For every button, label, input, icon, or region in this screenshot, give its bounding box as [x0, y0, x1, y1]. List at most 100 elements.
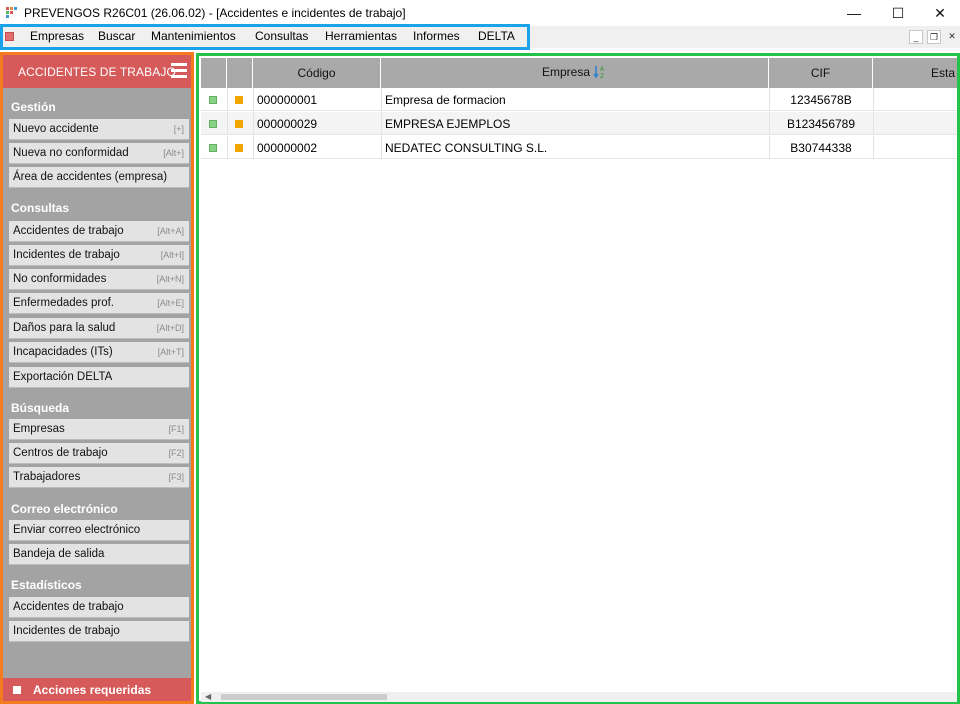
menu-delta[interactable]: DELTA	[478, 29, 515, 43]
sidebar-item-trabajadores[interactable]: Trabajadores [F3]	[9, 467, 189, 488]
sidebar-item-centros-trabajo[interactable]: Centros de trabajo [F2]	[9, 443, 189, 464]
column-header-empresa[interactable]: Empresa A Z	[381, 58, 769, 88]
minimize-button[interactable]: —	[832, 0, 876, 26]
section-estadisticos: Estadísticos	[11, 578, 82, 592]
sidebar-item-label: Trabajadores	[13, 471, 81, 483]
sidebar-item-no-conformidades[interactable]: No conformidades [Alt+N]	[9, 269, 189, 290]
column-header-indicator-1[interactable]	[201, 58, 227, 88]
mdi-close-button[interactable]: ✕	[945, 30, 959, 44]
section-correo: Correo electrónico	[11, 502, 118, 516]
cell-cif: B123456789	[786, 117, 856, 131]
shortcut-label: [F2]	[168, 448, 184, 458]
svg-text:A: A	[600, 66, 605, 73]
mdi-minimize-button[interactable]: _	[909, 30, 923, 44]
shortcut-label: [Alt+D]	[156, 323, 184, 333]
shortcut-label: [Alt+T]	[157, 347, 184, 357]
section-gestion: Gestión	[11, 100, 56, 114]
menu-consultas[interactable]: Consultas	[255, 29, 308, 43]
column-header-indicator-2[interactable]	[227, 58, 253, 88]
data-grid: Código Empresa A Z CIF Esta 000000001 Em…	[196, 53, 960, 704]
sidebar-item-estadisticos-incidentes[interactable]: Incidentes de trabajo	[9, 621, 189, 642]
sidebar-item-label: Centros de trabajo	[13, 447, 108, 459]
sidebar-item-label: Incapacidades (ITs)	[13, 346, 113, 358]
menu-buscar[interactable]: Buscar	[98, 29, 135, 43]
sidebar-item-label: Nueva no conformidad	[13, 147, 129, 159]
menu-empresas[interactable]: Empresas	[30, 29, 84, 43]
sidebar-item-label: Empresas	[13, 423, 65, 435]
status-orange-icon	[235, 96, 243, 104]
checkbox-icon	[13, 686, 21, 694]
sidebar-item-incidentes-trabajo[interactable]: Incidentes de trabajo [Alt+I]	[9, 245, 189, 266]
sidebar-item-label: Exportación DELTA	[13, 371, 113, 383]
mdi-system-menu-icon[interactable]	[5, 32, 14, 41]
shortcut-label: [Alt+A]	[157, 226, 184, 236]
column-header-label: Empresa	[541, 65, 591, 79]
status-orange-icon	[235, 120, 243, 128]
sidebar-item-bandeja-salida[interactable]: Bandeja de salida	[9, 544, 189, 565]
sidebar-item-exportacion-delta[interactable]: Exportación DELTA	[9, 367, 189, 388]
table-row[interactable]: 000000002 NEDATEC CONSULTING S.L. B30744…	[201, 136, 957, 159]
status-green-icon	[209, 144, 217, 152]
cell-codigo: 000000001	[257, 93, 318, 107]
column-header-codigo[interactable]: Código	[253, 58, 381, 88]
sidebar-item-nuevo-accidente[interactable]: Nuevo accidente [+]	[9, 119, 189, 140]
cell-cif: B30744338	[790, 141, 852, 155]
maximize-button[interactable]: ☐	[876, 0, 920, 26]
sidebar-item-incapacidades[interactable]: Incapacidades (ITs) [Alt+T]	[9, 342, 189, 363]
sidebar-item-nueva-no-conformidad[interactable]: Nueva no conformidad [Alt+]	[9, 143, 189, 164]
shortcut-label: [Alt+I]	[160, 250, 184, 260]
sidebar-item-label: Daños para la salud	[13, 322, 116, 334]
scrollbar-thumb[interactable]	[221, 694, 387, 700]
sidebar-item-accidentes-trabajo[interactable]: Accidentes de trabajo [Alt+A]	[9, 221, 189, 242]
cell-cif: 12345678B	[790, 93, 852, 107]
sidebar-item-label: Accidentes de trabajo	[13, 225, 124, 237]
menu-mantenimientos[interactable]: Mantenimientos	[151, 29, 236, 43]
sidebar-item-area-accidentes[interactable]: Área de accidentes (empresa)	[9, 167, 189, 188]
horizontal-scrollbar[interactable]: ◀	[201, 692, 957, 702]
scroll-left-icon[interactable]: ◀	[205, 692, 211, 701]
window-title: PREVENGOS R26C01 (26.06.02) - [Accidente…	[24, 6, 406, 20]
sidebar-item-label: Área de accidentes (empresa)	[13, 171, 168, 183]
column-header-estado[interactable]: Esta	[873, 58, 957, 88]
sidebar-item-label: Incidentes de trabajo	[13, 625, 120, 637]
close-button[interactable]: ✕	[918, 0, 960, 26]
section-busqueda: Búsqueda	[11, 401, 70, 415]
menu-informes[interactable]: Informes	[413, 29, 460, 43]
sort-ascending-icon: A Z	[593, 66, 605, 79]
shortcut-label: [Alt+N]	[156, 274, 184, 284]
sidebar-item-label: No conformidades	[13, 273, 107, 285]
column-header-label: Esta	[930, 66, 955, 80]
grid-header: Código Empresa A Z CIF Esta	[201, 58, 957, 88]
cell-codigo: 000000002	[257, 141, 318, 155]
hamburger-menu-icon[interactable]	[171, 63, 187, 79]
sidebar-item-estadisticos-accidentes[interactable]: Accidentes de trabajo	[9, 597, 189, 618]
cell-empresa: EMPRESA EJEMPLOS	[385, 117, 511, 131]
sidebar-item-label: Bandeja de salida	[13, 548, 105, 560]
column-header-label: CIF	[810, 66, 831, 80]
sidebar-item-enfermedades-prof[interactable]: Enfermedades prof. [Alt+E]	[9, 293, 189, 314]
sidebar-item-label: Incidentes de trabajo	[13, 249, 120, 261]
sidebar: ACCIDENTES DE TRABAJO Gestión Nuevo acci…	[0, 52, 194, 704]
status-orange-icon	[235, 144, 243, 152]
shortcut-label: [+]	[173, 124, 184, 134]
sidebar-item-label: Nuevo accidente	[13, 123, 99, 135]
column-header-label: Código	[297, 66, 336, 80]
shortcut-label: [F1]	[168, 424, 184, 434]
sidebar-item-label: Accidentes de trabajo	[13, 601, 124, 613]
app-logo-icon	[6, 7, 17, 18]
table-row[interactable]: 000000001 Empresa de formacion 12345678B	[201, 88, 957, 111]
status-green-icon	[209, 96, 217, 104]
cell-empresa: NEDATEC CONSULTING S.L.	[385, 141, 548, 155]
svg-text:Z: Z	[600, 73, 604, 79]
acciones-requeridas-bar[interactable]: Acciones requeridas	[3, 678, 191, 701]
cell-empresa: Empresa de formacion	[385, 93, 506, 107]
sidebar-item-empresas[interactable]: Empresas [F1]	[9, 419, 189, 440]
table-row[interactable]: 000000029 EMPRESA EJEMPLOS B123456789	[201, 112, 957, 135]
sidebar-title: ACCIDENTES DE TRABAJO	[18, 65, 176, 79]
mdi-restore-button[interactable]: ❐	[927, 30, 941, 44]
shortcut-label: [F3]	[168, 472, 184, 482]
sidebar-item-danos-salud[interactable]: Daños para la salud [Alt+D]	[9, 318, 189, 339]
column-header-cif[interactable]: CIF	[769, 58, 873, 88]
menu-herramientas[interactable]: Herramientas	[325, 29, 397, 43]
sidebar-item-enviar-correo[interactable]: Enviar correo electrónico	[9, 520, 189, 541]
